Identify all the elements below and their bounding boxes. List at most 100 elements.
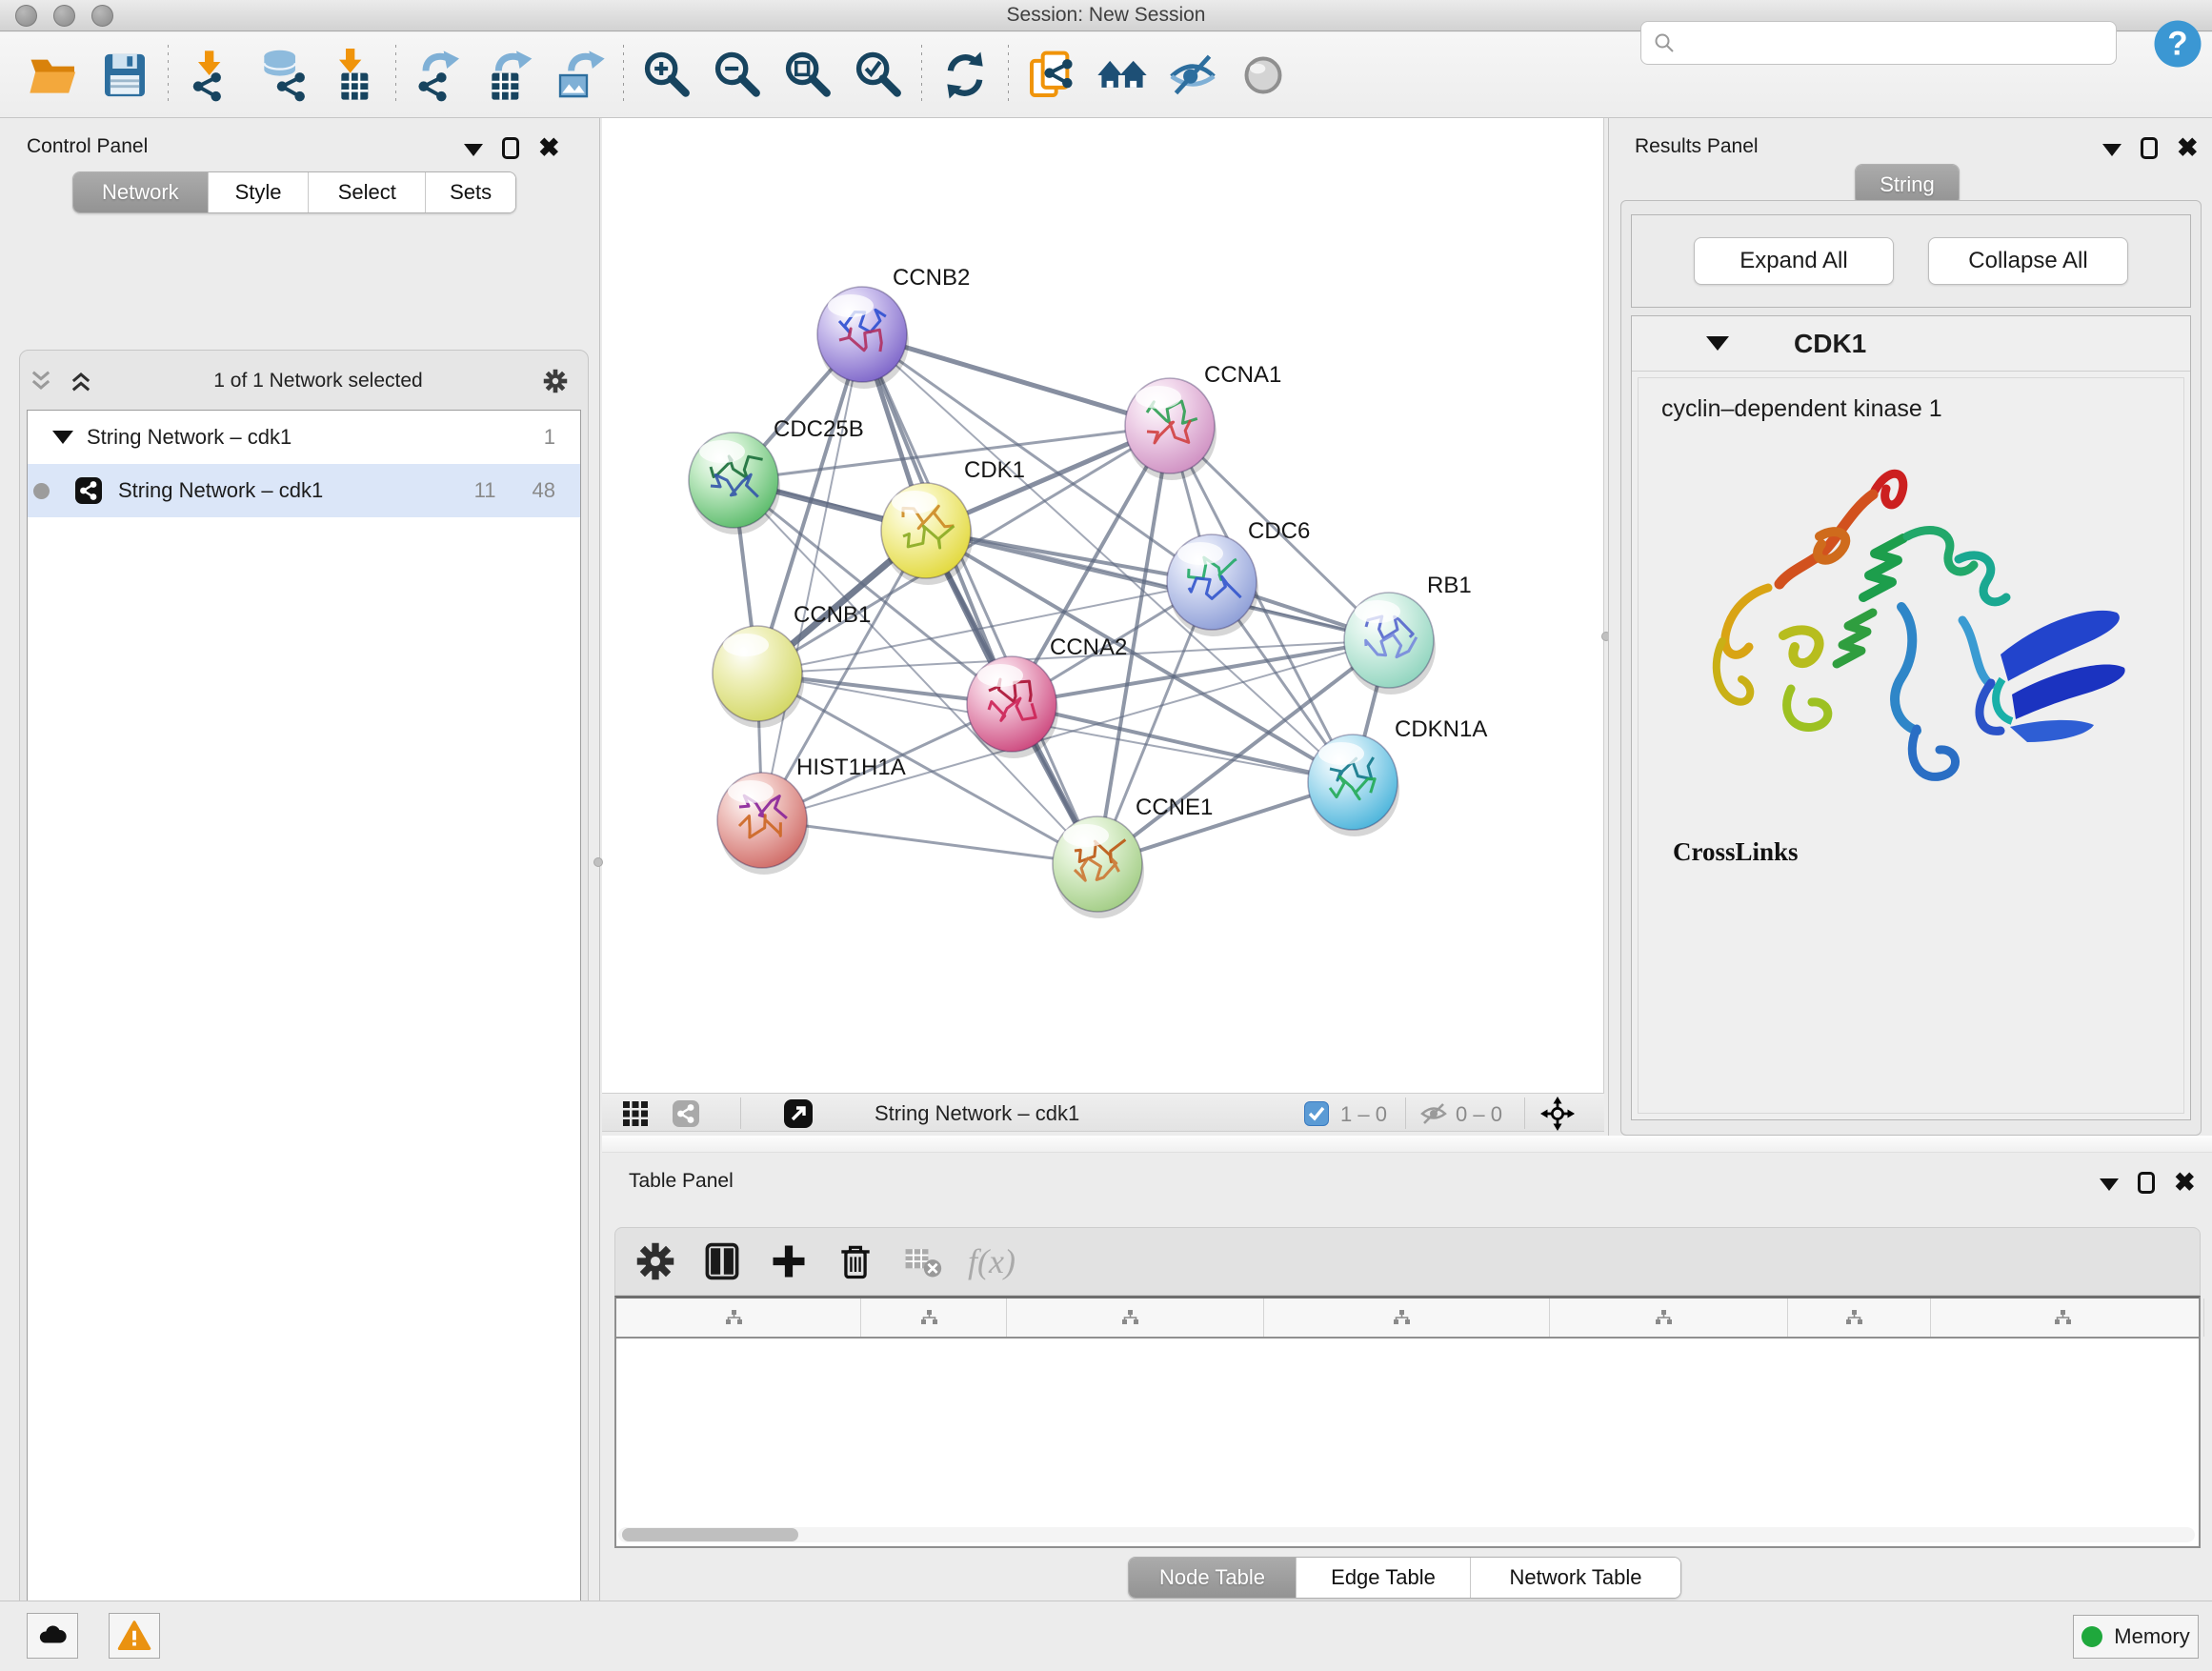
network-node-rb1[interactable]: RB1 (1344, 573, 1472, 695)
panel-menu-icon[interactable] (2102, 144, 2122, 156)
help-button[interactable]: ? (2151, 17, 2204, 70)
table-row[interactable] (616, 1339, 2199, 1380)
refresh-button[interactable] (930, 42, 1000, 109)
float-panel-icon[interactable] (502, 137, 519, 159)
tree-caret-icon[interactable] (52, 431, 73, 444)
network-node-ccnb2[interactable]: CCNB2 (817, 265, 970, 389)
network-edge-ccne1-hist1h1a[interactable] (762, 820, 1097, 864)
search-input[interactable] (1683, 32, 2104, 54)
column-header-namespace[interactable] (1931, 1299, 2204, 1337)
tab-edge-table[interactable]: Edge Table (1297, 1558, 1471, 1598)
show-all-icon (1237, 49, 1290, 102)
network-edge-ccnb2-hist1h1a[interactable] (762, 334, 862, 820)
node-count: 11 (474, 478, 496, 503)
memory-button[interactable]: Memory (2073, 1615, 2199, 1659)
help-icon: ? (2151, 17, 2204, 70)
close-panel-icon[interactable]: ✖ (538, 137, 560, 159)
copy-style-button[interactable] (1016, 42, 1087, 109)
import-table-from-file-button[interactable] (317, 42, 388, 109)
toolbar-separator (921, 45, 922, 106)
hide-selected-button[interactable] (1157, 42, 1228, 109)
node-table (614, 1296, 2201, 1548)
home-neighbors-button[interactable] (1087, 42, 1157, 109)
export-network-button[interactable] (404, 42, 474, 109)
gear-icon[interactable] (542, 368, 569, 394)
selected-nodes-checkbox[interactable] (1304, 1101, 1329, 1126)
section-caret-icon[interactable] (1706, 336, 1729, 351)
fit-selected-crosshair-icon[interactable] (1540, 1097, 1575, 1131)
open-in-new-window-icon[interactable] (783, 1098, 814, 1129)
panel-menu-icon[interactable] (464, 144, 483, 156)
import-network-from-file-icon (185, 49, 238, 102)
column-header--id[interactable] (1788, 1299, 1931, 1337)
open-session-button[interactable] (19, 42, 90, 109)
save-session-button[interactable] (90, 42, 160, 109)
network-node-hist1h1a[interactable]: HIST1H1A (717, 755, 906, 875)
column-header-name[interactable] (861, 1299, 1007, 1337)
float-panel-icon[interactable] (2141, 137, 2158, 159)
tab-style[interactable]: Style (209, 172, 310, 212)
network-collection-row[interactable]: String Network – cdk1 1 (28, 411, 580, 464)
import-network-from-database-button[interactable] (247, 42, 317, 109)
gene-section-header[interactable]: CDK1 (1632, 316, 2190, 372)
tab-network-table[interactable]: Network Table (1471, 1558, 1680, 1598)
import-network-from-file-button[interactable] (176, 42, 247, 109)
vertical-splitter-grip[interactable] (593, 857, 603, 867)
network-node-cdc25b[interactable]: CDC25B (689, 416, 864, 534)
network-node-ccna1[interactable]: CCNA1 (1125, 362, 1281, 480)
column-header-database-identifier[interactable] (1264, 1299, 1550, 1337)
table-gear-icon[interactable] (634, 1240, 676, 1282)
tab-network[interactable]: Network (73, 172, 209, 212)
float-panel-icon[interactable] (2138, 1172, 2155, 1194)
warnings-button[interactable] (109, 1613, 160, 1659)
node-label: CCNE1 (1136, 795, 1213, 820)
network-node-cdc6[interactable]: CDC6 (1167, 518, 1310, 636)
network-node-cdk1[interactable]: CDK1 (881, 457, 1025, 585)
export-image-button[interactable] (545, 42, 615, 109)
tab-select[interactable]: Select (309, 172, 426, 212)
zoom-fit-button[interactable] (773, 42, 843, 109)
search-box (1640, 21, 2117, 65)
expand-all-icon[interactable] (68, 368, 94, 394)
network-share-icon[interactable] (672, 1099, 700, 1128)
birdseye-view-icon[interactable] (622, 1100, 649, 1127)
hidden-eye-slash-icon (1419, 1101, 1448, 1126)
show-all-button[interactable] (1228, 42, 1298, 109)
toolbar-separator (1008, 45, 1009, 106)
close-panel-icon[interactable]: ✖ (2174, 1172, 2196, 1194)
network-tree: String Network – cdk1 1 String Network –… (27, 410, 581, 1671)
network-node-cdkn1a[interactable]: CDKN1A (1308, 716, 1487, 836)
panel-menu-icon[interactable] (2100, 1178, 2119, 1191)
collapse-all-icon[interactable] (28, 368, 54, 394)
export-table-button[interactable] (474, 42, 545, 109)
network-edge-ccnb2-ccne1[interactable] (862, 334, 1097, 864)
table-hscrollbar[interactable] (618, 1527, 2195, 1542)
collapse-all-button[interactable]: Collapse All (1928, 237, 2128, 285)
zoom-out-button[interactable] (702, 42, 773, 109)
network-row[interactable]: String Network – cdk1 11 48 (28, 464, 580, 517)
delete-column-icon[interactable] (835, 1240, 876, 1282)
tab-string[interactable]: String (1856, 165, 1959, 205)
expand-all-button[interactable]: Expand All (1694, 237, 1894, 285)
network-node-ccnb1[interactable]: CCNB1 (713, 602, 871, 728)
column-header-description[interactable] (1550, 1299, 1788, 1337)
create-column-icon[interactable] (768, 1240, 810, 1282)
network-edge-cdk1-rb1[interactable] (926, 531, 1389, 640)
close-panel-icon[interactable]: ✖ (2177, 137, 2199, 159)
zoom-in-button[interactable] (632, 42, 702, 109)
scrollbar-thumb[interactable] (622, 1528, 798, 1541)
column-header-canonical-name[interactable] (1007, 1299, 1264, 1337)
open-session-icon (28, 49, 81, 102)
network-node-ccne1[interactable]: CCNE1 (1053, 795, 1213, 918)
network-view-canvas[interactable]: CCNB2CCNA1CDC25BCDK1CDC6RB1CCNB1CCNA2CDK… (602, 118, 1604, 1093)
network-edge-ccna2-cdkn1a[interactable] (1012, 704, 1353, 782)
toolbar-separator (623, 45, 624, 106)
tab-sets[interactable]: Sets (426, 172, 515, 212)
tab-node-table[interactable]: Node Table (1129, 1558, 1297, 1598)
table-panel-title: Table Panel (629, 1170, 734, 1193)
column-header-shared-name[interactable] (616, 1299, 861, 1337)
show-columns-icon[interactable] (701, 1240, 743, 1282)
cloud-button[interactable] (27, 1613, 78, 1659)
zoom-selected-button[interactable] (843, 42, 914, 109)
network-selected-count: 1 of 1 Network selected (94, 370, 542, 393)
